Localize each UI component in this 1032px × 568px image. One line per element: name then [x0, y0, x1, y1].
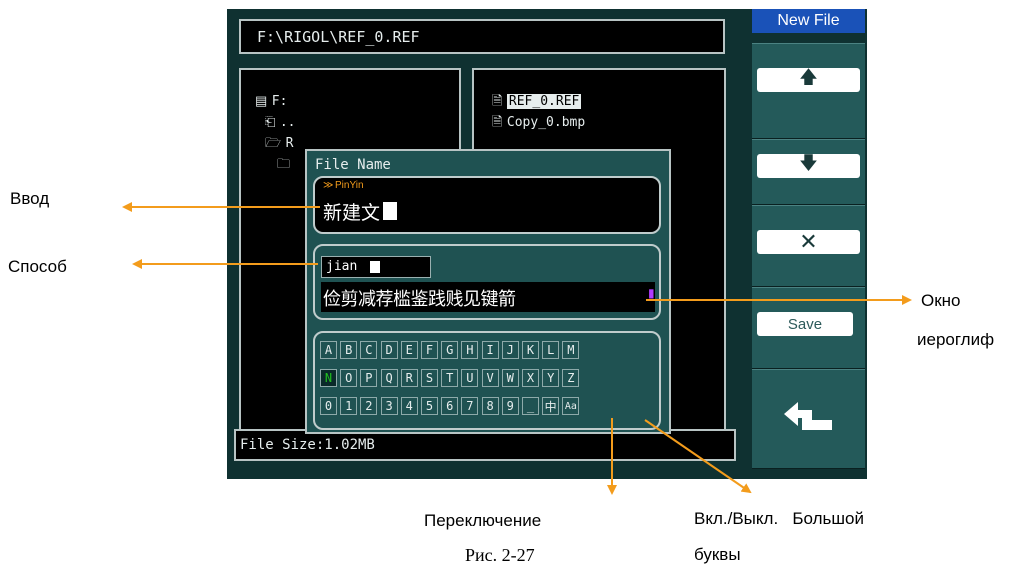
annotation-method: Способ [8, 257, 67, 276]
figure-caption: Рис. 2-27 [465, 545, 535, 565]
annotation-window-1: Окно [921, 291, 961, 310]
annotation-input: Ввод [10, 189, 50, 208]
annotation-arrows [122, 202, 912, 495]
caps-arrow [644, 419, 752, 494]
annotation-caps-2: буквы [694, 545, 741, 564]
annotation-window-2: иероглиф [917, 330, 995, 349]
annotation-caps-1: Вкл./Выкл. Большой [694, 509, 864, 528]
annotation-switch: Переключение [424, 511, 542, 530]
